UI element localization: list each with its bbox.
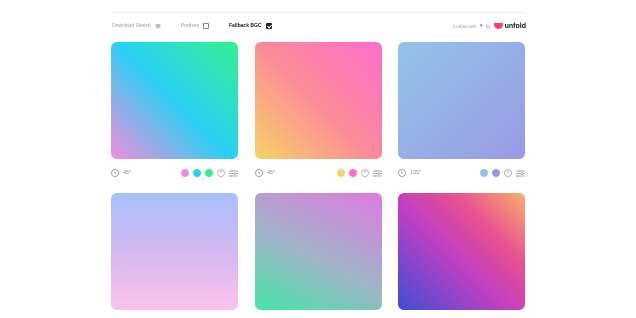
card-1-swatches: + xyxy=(181,169,238,177)
heart-icon: ♥ xyxy=(479,23,483,29)
gradient-card-3[interactable] xyxy=(398,42,525,159)
card-2-swatches: + xyxy=(337,169,382,177)
color-swatch[interactable] xyxy=(337,169,345,177)
top-divider xyxy=(112,12,526,13)
card-3-meta: 135° + xyxy=(398,167,525,179)
toolbar: Download Sketch Prefixes Fallback BGC Cr… xyxy=(112,19,526,33)
prefixes-toggle[interactable]: Prefixes xyxy=(181,23,209,29)
add-color-icon[interactable]: + xyxy=(361,169,369,177)
sketch-icon xyxy=(154,23,161,29)
credit-text: Crafted with xyxy=(452,23,477,29)
prefixes-label: Prefixes xyxy=(180,23,199,29)
unfold-logo[interactable]: unfold xyxy=(493,22,526,30)
download-sketch-label: Download Sketch xyxy=(112,23,151,29)
card-1-angle: 45° xyxy=(123,170,132,176)
gradient-card-1[interactable] xyxy=(111,42,238,159)
sliders-icon[interactable] xyxy=(516,169,525,177)
gradient-card-4[interactable] xyxy=(111,193,238,310)
sliders-icon[interactable] xyxy=(373,169,382,177)
angle-icon[interactable] xyxy=(255,169,263,177)
color-swatch[interactable] xyxy=(480,169,488,177)
color-swatch[interactable] xyxy=(205,169,213,177)
color-swatch[interactable] xyxy=(349,169,357,177)
card-3-angle: 135° xyxy=(410,170,422,176)
color-swatch[interactable] xyxy=(492,169,500,177)
color-swatch[interactable] xyxy=(181,169,189,177)
prefixes-checkbox[interactable] xyxy=(202,23,209,29)
gradient-card-2[interactable] xyxy=(255,42,382,159)
angle-icon[interactable] xyxy=(111,169,119,177)
brand-name: unfold xyxy=(504,22,526,30)
fallback-bgc-checkbox[interactable] xyxy=(265,23,272,29)
fallback-bgc-toggle[interactable]: Fallback BGC xyxy=(229,23,272,29)
credit-by: by xyxy=(485,23,491,29)
card-1-meta: 45° + xyxy=(111,167,238,179)
sliders-icon[interactable] xyxy=(229,169,238,177)
gradient-card-5[interactable] xyxy=(255,193,382,310)
add-color-icon[interactable]: + xyxy=(504,169,512,177)
add-color-icon[interactable]: + xyxy=(217,169,225,177)
gradient-card-6[interactable] xyxy=(398,193,525,310)
card-3-swatches: + xyxy=(480,169,525,177)
angle-icon[interactable] xyxy=(398,169,406,177)
download-sketch-button[interactable]: Download Sketch xyxy=(112,23,161,29)
card-2-meta: 45° + xyxy=(255,167,382,179)
credit: Crafted with ♥ by unfold xyxy=(453,23,526,30)
color-swatch[interactable] xyxy=(193,169,201,177)
unfold-logo-icon xyxy=(493,23,503,29)
fallback-bgc-label: Fallback BGC xyxy=(228,23,262,29)
card-2-angle: 45° xyxy=(267,170,276,176)
